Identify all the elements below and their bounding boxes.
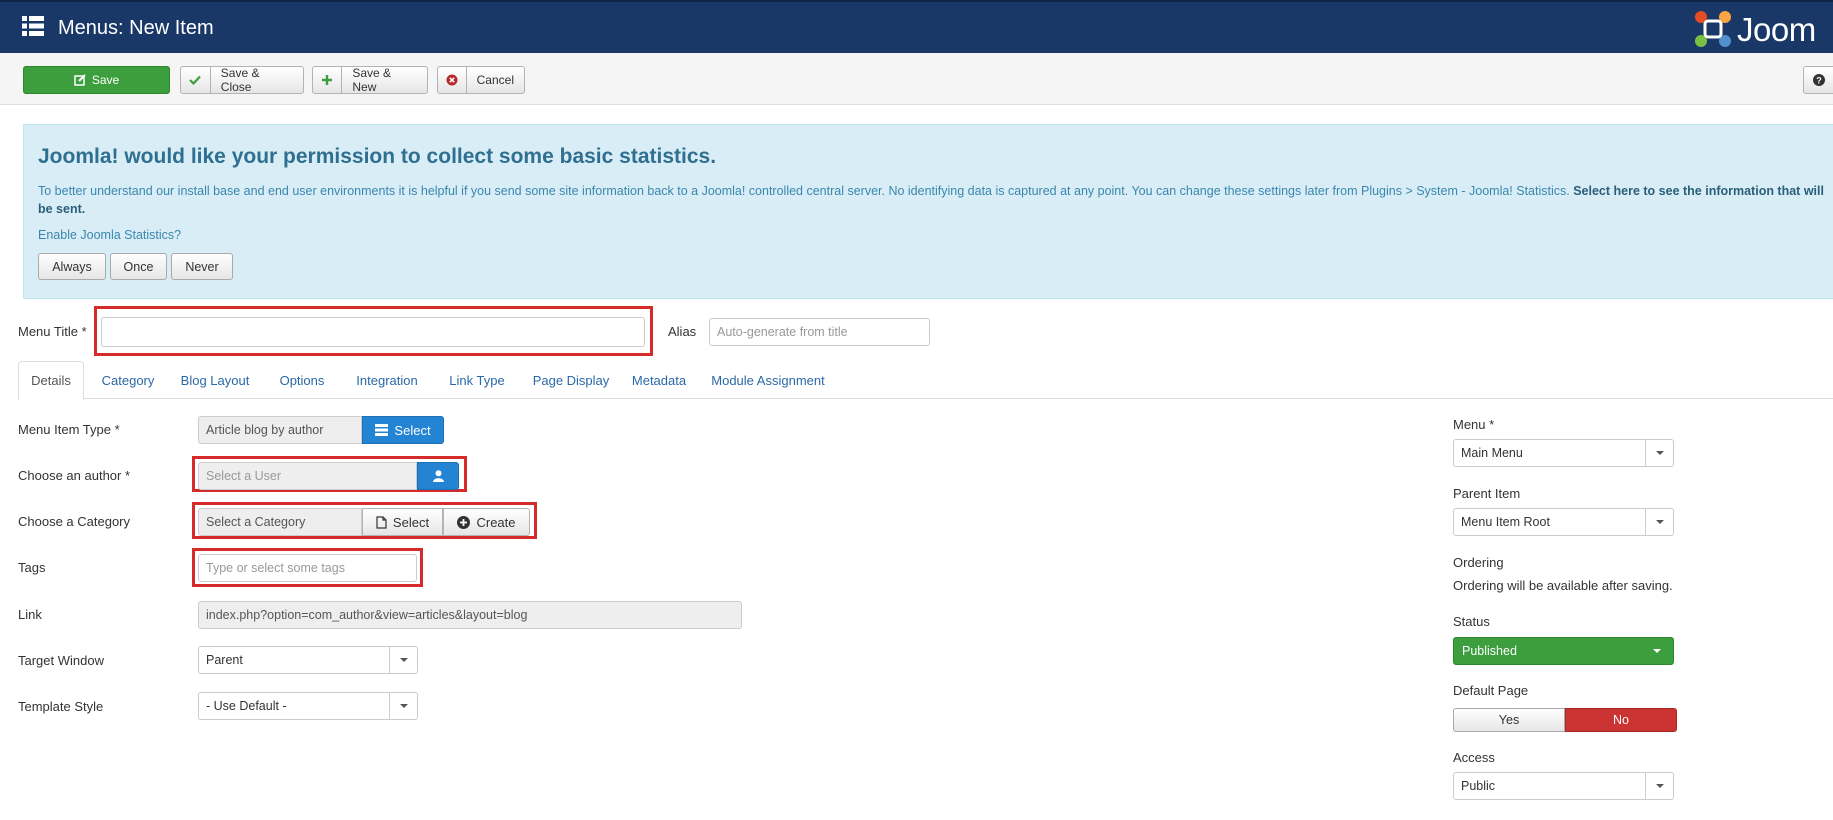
- grid-icon[interactable]: [22, 16, 44, 36]
- check-icon: [181, 67, 211, 93]
- cancel-icon: [438, 67, 467, 93]
- status-value: Published: [1462, 644, 1517, 658]
- statistics-message-text: To better understand our install base an…: [38, 184, 1570, 198]
- chevron-down-icon: [1645, 773, 1673, 799]
- save-new-label: Save & New: [352, 66, 392, 94]
- edit-icon: [74, 74, 86, 86]
- default-page-no[interactable]: No: [1565, 708, 1677, 732]
- template-style-select[interactable]: - Use Default -: [198, 692, 418, 720]
- parent-item-label: Parent Item: [1453, 486, 1521, 501]
- once-button[interactable]: Once: [110, 253, 167, 280]
- save-close-button[interactable]: Save & Close: [180, 66, 304, 94]
- alias-input[interactable]: Auto-generate from title: [709, 318, 930, 346]
- tab-module-assignment[interactable]: Module Assignment: [706, 361, 830, 399]
- category-create-label: Create: [476, 514, 516, 530]
- access-value: Public: [1461, 779, 1496, 793]
- default-page-label: Default Page: [1453, 683, 1529, 698]
- chevron-down-icon: [1653, 649, 1661, 653]
- tab-integration[interactable]: Integration: [348, 361, 426, 399]
- menu-title-label: Menu Title *: [18, 324, 87, 339]
- tab-blog-layout[interactable]: Blog Layout: [174, 361, 256, 399]
- save-new-button[interactable]: Save & New: [312, 66, 428, 94]
- tab-details[interactable]: Details: [18, 361, 84, 400]
- statistics-message: To better understand our install base an…: [38, 182, 1828, 218]
- file-icon: [376, 515, 387, 529]
- plus-icon: [313, 67, 343, 93]
- author-label: Choose an author *: [18, 468, 131, 483]
- tags-input[interactable]: Type or select some tags: [198, 554, 417, 582]
- svg-text:?: ?: [1816, 76, 1822, 86]
- parent-item-select[interactable]: Menu Item Root: [1453, 508, 1674, 536]
- default-page-yes[interactable]: Yes: [1453, 708, 1565, 732]
- link-field: index.php?option=com_author&view=article…: [198, 601, 742, 629]
- target-window-select[interactable]: Parent: [198, 646, 418, 674]
- statistics-alert: Joomla! would like your permission to co…: [23, 124, 1833, 299]
- chevron-down-icon: [389, 693, 417, 719]
- target-window-label: Target Window: [18, 653, 104, 668]
- tags-label: Tags: [18, 560, 46, 575]
- menu-value: Main Menu: [1461, 446, 1523, 460]
- tab-bar: Details Category Blog Layout Options Int…: [18, 361, 1833, 400]
- menu-item-type-select-label: Select: [394, 422, 431, 438]
- menu-title-input[interactable]: [101, 317, 645, 347]
- tab-page-display[interactable]: Page Display: [526, 361, 616, 399]
- page-title: Menus: New Item: [58, 17, 214, 39]
- menu-item-type-label: Menu Item Type *: [18, 422, 120, 437]
- help-button[interactable]: ?: [1803, 66, 1833, 94]
- user-icon: [432, 470, 444, 482]
- category-create-button[interactable]: Create: [443, 508, 530, 536]
- list-icon: [375, 424, 389, 436]
- save-close-label: Save & Close: [220, 66, 260, 94]
- status-select[interactable]: Published: [1453, 637, 1674, 665]
- chevron-down-icon: [389, 647, 417, 673]
- target-window-value: Parent: [206, 653, 243, 667]
- tab-metadata[interactable]: Metadata: [624, 361, 694, 399]
- ordering-note: Ordering will be available after saving.: [1453, 578, 1673, 593]
- menu-item-type-select-button[interactable]: Select: [362, 416, 444, 444]
- never-button[interactable]: Never: [171, 253, 233, 280]
- author-field[interactable]: Select a User: [198, 462, 417, 490]
- chevron-down-icon: [1645, 440, 1673, 466]
- template-style-label: Template Style: [18, 699, 104, 714]
- category-select-button[interactable]: Select: [362, 508, 443, 536]
- cancel-label: Cancel: [476, 73, 514, 87]
- category-select-label: Select: [392, 514, 430, 530]
- menu-item-type-field: Article blog by author: [198, 416, 362, 444]
- toolbar: Save Save & Close Save & New Cancel ?: [0, 53, 1833, 105]
- menu-label: Menu *: [1453, 417, 1495, 432]
- parent-item-value: Menu Item Root: [1461, 515, 1550, 529]
- access-select[interactable]: Public: [1453, 772, 1674, 800]
- tab-link-type[interactable]: Link Type: [442, 361, 512, 399]
- save-label: Save: [91, 73, 120, 87]
- select-user-button[interactable]: [417, 462, 459, 490]
- help-icon: ?: [1812, 74, 1825, 86]
- joomla-logo-icon: [1695, 11, 1731, 47]
- category-field: Select a Category: [198, 508, 362, 536]
- category-label: Choose a Category: [18, 514, 131, 529]
- top-header: Menus: New Item Joom: [0, 0, 1833, 53]
- logo-text: Joom: [1737, 11, 1816, 48]
- chevron-down-icon: [1645, 509, 1673, 535]
- template-style-value: - Use Default -: [206, 699, 287, 713]
- tab-options[interactable]: Options: [272, 361, 332, 399]
- statistics-question: Enable Joomla Statistics?: [38, 228, 182, 242]
- cancel-button[interactable]: Cancel: [437, 66, 525, 94]
- alias-label: Alias: [668, 324, 697, 339]
- statistics-heading: Joomla! would like your permission to co…: [38, 145, 717, 168]
- plus-circle-icon: [457, 515, 471, 529]
- access-label: Access: [1453, 750, 1495, 765]
- tab-category[interactable]: Category: [98, 361, 158, 399]
- joomla-logo[interactable]: Joom: [1693, 9, 1833, 49]
- ordering-label: Ordering: [1453, 555, 1504, 570]
- status-label: Status: [1453, 614, 1490, 629]
- link-label: Link: [18, 607, 42, 622]
- save-button[interactable]: Save: [23, 66, 170, 94]
- menu-select[interactable]: Main Menu: [1453, 439, 1674, 467]
- always-button[interactable]: Always: [38, 253, 106, 280]
